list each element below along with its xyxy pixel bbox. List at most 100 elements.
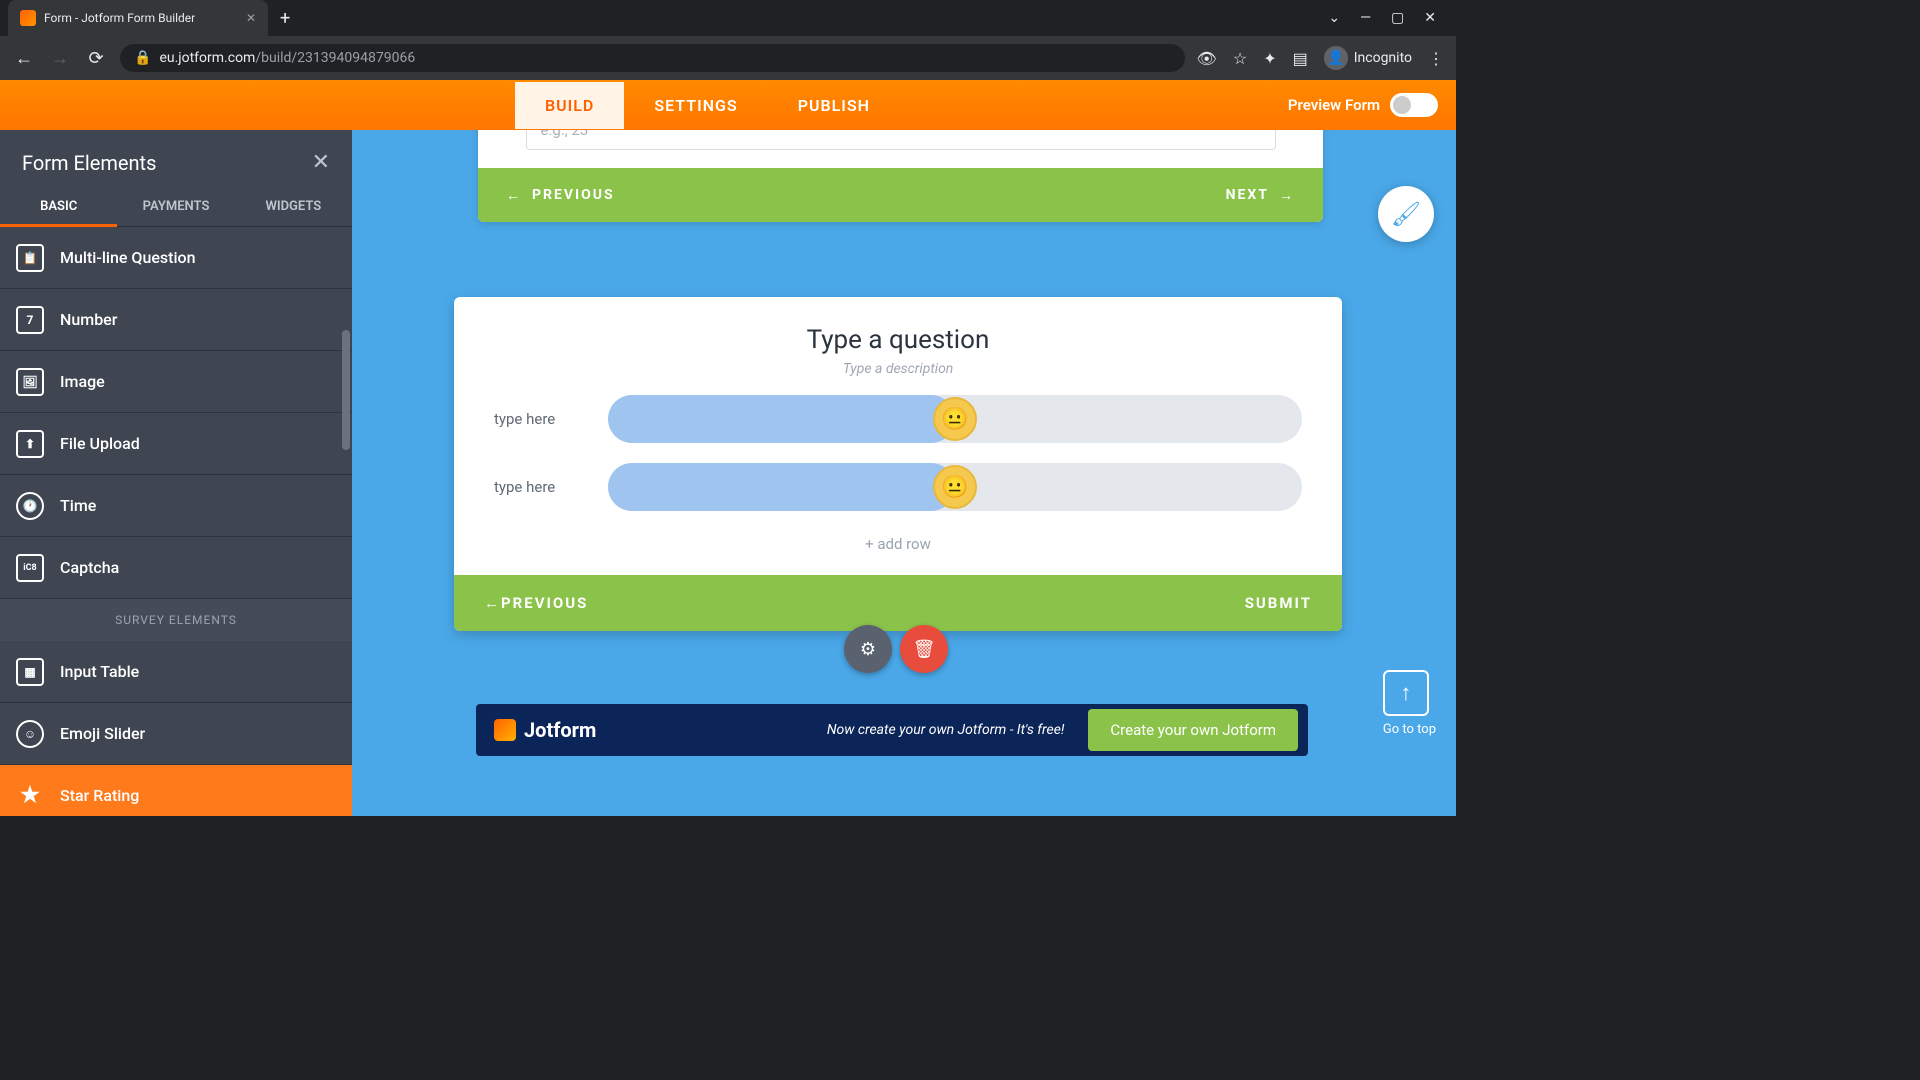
add-row-button[interactable]: + add row [454, 521, 1342, 575]
toggle-switch[interactable] [1390, 93, 1438, 117]
reload-button[interactable]: ⟳ [84, 48, 108, 69]
section-survey-elements: SURVEY ELEMENTS [0, 599, 352, 641]
form-card-previous[interactable]: e.g., 23 ←PREVIOUS NEXT → [478, 130, 1323, 222]
element-number[interactable]: 7 Number [0, 289, 352, 351]
image-icon: 🖼 [16, 368, 44, 396]
promo-cta-button[interactable]: Create your own Jotform [1088, 709, 1298, 751]
emoji-slider-track[interactable]: 😐 [608, 463, 1302, 511]
panel-icon[interactable]: ▤ [1293, 49, 1308, 68]
sidebar-tab-widgets[interactable]: WIDGETS [235, 187, 352, 226]
back-button[interactable]: ← [12, 48, 36, 69]
eye-off-icon[interactable]: 👁 [1197, 49, 1217, 68]
element-multiline[interactable]: 📋 Multi-line Question [0, 227, 352, 289]
form-canvas[interactable]: e.g., 23 ←PREVIOUS NEXT→ Type a question… [352, 130, 1456, 816]
star-icon[interactable]: ☆ [1233, 49, 1247, 68]
element-settings-button[interactable]: ⚙ [844, 625, 892, 673]
element-input-table[interactable]: ▦ Input Table [0, 641, 352, 703]
menu-icon[interactable]: ⋮ [1428, 49, 1444, 68]
element-label: File Upload [60, 434, 140, 453]
prev-label: PREVIOUS [532, 187, 615, 203]
question-title[interactable]: Type a question [454, 325, 1342, 355]
next-button[interactable]: NEXT → [1226, 187, 1295, 204]
browser-chrome: Form - Jotform Form Builder ✕ + ⌄ — ▢ ✕ … [0, 0, 1456, 80]
element-emoji-slider[interactable]: ☺ Emoji Slider [0, 703, 352, 765]
element-captcha[interactable]: iC8 Captcha [0, 537, 352, 599]
lock-icon: 🔒 [134, 50, 151, 66]
url-domain: eu.jotform.com [159, 50, 255, 66]
tab-publish[interactable]: PUBLISH [768, 82, 900, 129]
promo-text: Now create your own Jotform - It's free! [827, 722, 1065, 738]
sidebar-title: Form Elements [22, 151, 156, 175]
element-actions: ⚙ 🗑 [844, 625, 948, 673]
emoji-slider-track[interactable]: 😐 [608, 395, 1302, 443]
close-sidebar-button[interactable]: ✕ [312, 150, 330, 175]
close-tab-icon[interactable]: ✕ [246, 11, 256, 25]
sidebar-tab-payments[interactable]: PAYMENTS [117, 187, 234, 226]
maximize-icon[interactable]: ▢ [1391, 10, 1404, 26]
number-input-preview[interactable]: e.g., 23 [526, 130, 1276, 150]
preview-label: Preview Form [1288, 96, 1380, 114]
submit-button[interactable]: SUBMIT [1245, 594, 1312, 612]
arrow-up-icon[interactable]: ↑ [1383, 670, 1429, 716]
scrollbar[interactable] [342, 330, 350, 450]
previous-button[interactable]: ←PREVIOUS [484, 594, 588, 612]
previous-button[interactable]: ←PREVIOUS [506, 187, 615, 204]
clipboard-icon: 📋 [16, 244, 44, 272]
sidebar-tab-basic[interactable]: BASIC [0, 187, 117, 226]
new-tab-button[interactable]: + [280, 8, 290, 29]
element-label: Emoji Slider [60, 724, 145, 743]
app-header: BUILD SETTINGS PUBLISH Preview Form [0, 80, 1456, 130]
submit-label: SUBMIT [1245, 594, 1312, 612]
number-icon: 7 [16, 306, 44, 334]
form-card-emoji-slider[interactable]: Type a question Type a description type … [454, 297, 1342, 631]
element-label: Captcha [60, 558, 119, 577]
tab-settings[interactable]: SETTINGS [624, 82, 767, 129]
go-to-top-label: Go to top [1383, 722, 1436, 737]
element-label: Time [60, 496, 96, 515]
star-icon: ★ [16, 782, 44, 810]
form-designer-button[interactable]: 🖌 [1378, 186, 1434, 242]
url-path: /build/231394094879066 [255, 50, 415, 66]
go-to-top[interactable]: ↑ Go to top [1383, 670, 1436, 737]
browser-tab[interactable]: Form - Jotform Form Builder ✕ [8, 0, 268, 36]
element-file-upload[interactable]: ⬆ File Upload [0, 413, 352, 475]
element-time[interactable]: 🕐 Time [0, 475, 352, 537]
incognito-label: Incognito [1354, 50, 1412, 66]
emoji-icon: ☺ [16, 720, 44, 748]
promo-banner: Jotform Now create your own Jotform - It… [476, 704, 1308, 756]
slider-fill [608, 463, 955, 511]
next-label: NEXT [1226, 187, 1269, 203]
incognito-badge: 👤 Incognito [1324, 46, 1412, 70]
window-controls: ⌄ — ▢ ✕ [1328, 10, 1448, 26]
captcha-icon: iC8 [16, 554, 44, 582]
close-window-icon[interactable]: ✕ [1424, 10, 1436, 26]
preview-form-toggle[interactable]: Preview Form [1288, 93, 1456, 117]
elements-list[interactable]: 📋 Multi-line Question 7 Number 🖼 Image ⬆… [0, 227, 352, 816]
tab-title: Form - Jotform Form Builder [44, 11, 195, 25]
extensions-icon[interactable]: ✦ [1263, 49, 1276, 68]
upload-icon: ⬆ [16, 430, 44, 458]
chevron-down-icon[interactable]: ⌄ [1328, 10, 1340, 26]
question-description[interactable]: Type a description [454, 361, 1342, 377]
arrow-right-icon: → [1279, 187, 1295, 204]
table-icon: ▦ [16, 658, 44, 686]
incognito-icon: 👤 [1324, 46, 1348, 70]
slider-emoji-handle[interactable]: 😐 [933, 397, 977, 441]
tab-build[interactable]: BUILD [515, 82, 624, 129]
row-label-input[interactable]: type here [494, 410, 590, 428]
slider-emoji-handle[interactable]: 😐 [933, 465, 977, 509]
element-star-rating[interactable]: ★ Star Rating [0, 765, 352, 816]
element-image[interactable]: 🖼 Image [0, 351, 352, 413]
slider-fill [608, 395, 955, 443]
favicon-icon [20, 10, 36, 26]
row-label-input[interactable]: type here [494, 478, 590, 496]
forward-button[interactable]: → [48, 48, 72, 69]
url-input[interactable]: 🔒 eu.jotform.com/build/231394094879066 [120, 44, 1185, 72]
page-nav-bar: ←PREVIOUS NEXT → [478, 168, 1323, 222]
element-delete-button[interactable]: 🗑 [900, 625, 948, 673]
minimize-icon[interactable]: — [1360, 10, 1371, 26]
element-label: Star Rating [60, 786, 139, 805]
address-bar: ← → ⟳ 🔒 eu.jotform.com/build/23139409487… [0, 36, 1456, 80]
header-tabs: BUILD SETTINGS PUBLISH [515, 82, 900, 129]
arrow-left-icon: ← [484, 594, 501, 612]
